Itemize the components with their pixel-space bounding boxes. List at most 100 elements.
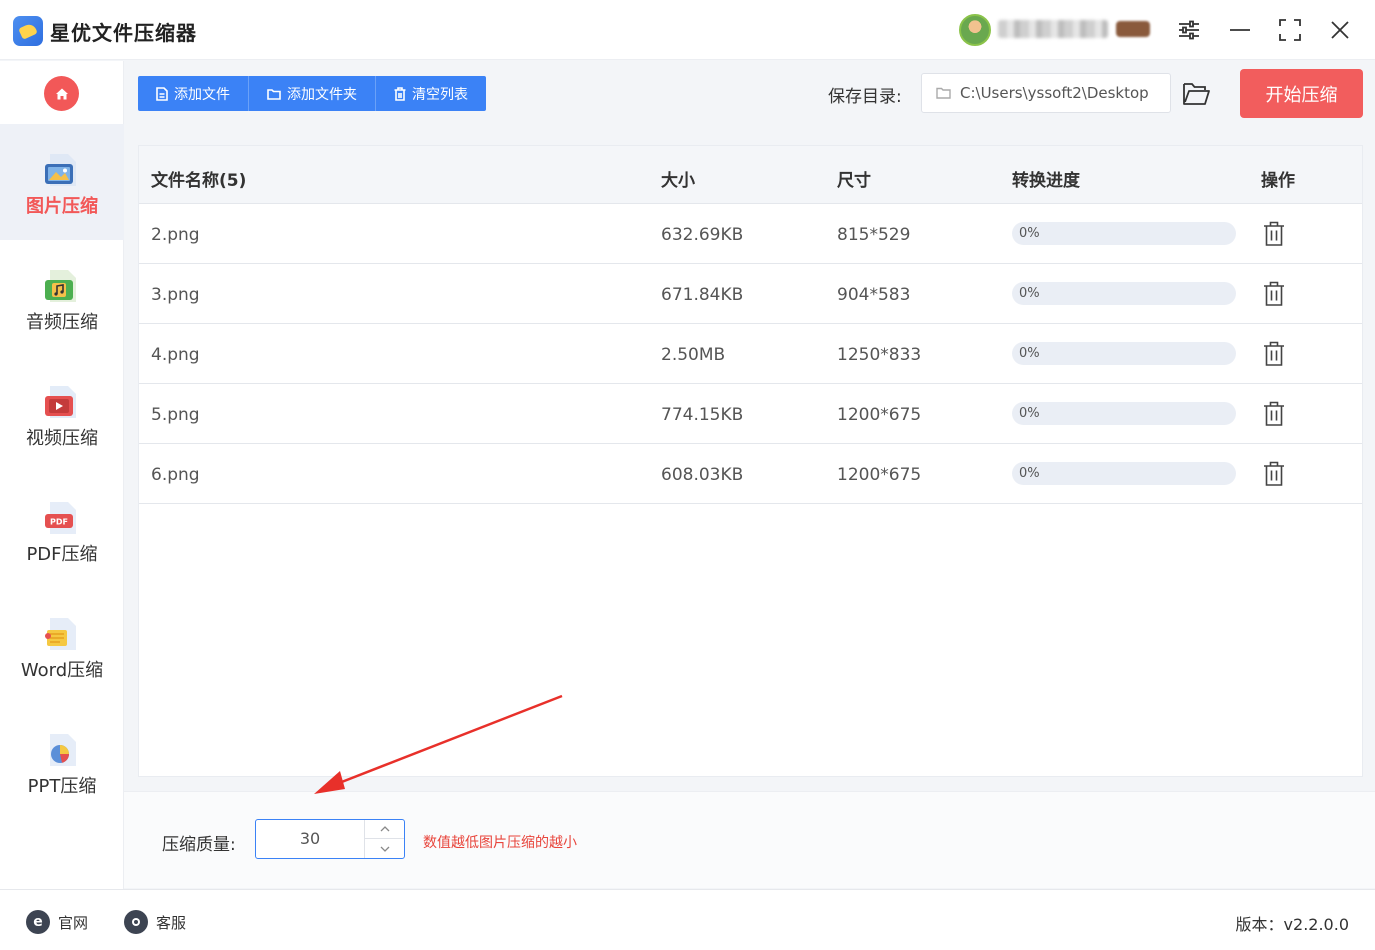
delete-row-button[interactable] <box>1263 281 1285 307</box>
trash-icon <box>1264 461 1284 486</box>
file-name: 3.png <box>151 285 200 305</box>
quality-input[interactable] <box>256 820 364 858</box>
trash-icon <box>1264 221 1284 246</box>
chevron-up-icon <box>380 826 389 832</box>
sidebar-item-label: PDF压缩 <box>26 544 98 565</box>
delete-row-button[interactable] <box>1263 221 1285 247</box>
trash-icon <box>1264 281 1284 306</box>
app-title: 星优文件压缩器 <box>50 21 197 45</box>
sidebar-item-audio-compress[interactable]: 音频压缩 <box>0 240 124 356</box>
add-file-button[interactable]: 添加文件 <box>138 76 249 111</box>
sidebar-item-label: 视频压缩 <box>26 428 98 449</box>
sidebar-item-label: PPT压缩 <box>27 776 97 797</box>
table-header: 文件名称(5) 大小 尺寸 转换进度 操作 <box>139 146 1362 204</box>
sidebar-item-ppt-compress[interactable]: PPT压缩 <box>0 704 124 820</box>
sidebar: 图片压缩 音频压缩 视频压缩 PDF PDF压缩 Word压缩 PPT压缩 <box>0 61 124 889</box>
start-compress-button[interactable]: 开始压缩 <box>1240 69 1363 118</box>
add-folder-button[interactable]: 添加文件夹 <box>249 76 376 111</box>
trash-icon <box>1264 401 1284 426</box>
header-size: 大小 <box>661 171 695 191</box>
file-size: 774.15KB <box>661 405 744 425</box>
settings-sliders-icon[interactable] <box>1174 15 1204 45</box>
progress-text: 0% <box>1019 466 1040 481</box>
website-link[interactable]: e 官网 <box>26 910 88 934</box>
file-size: 2.50MB <box>661 345 726 365</box>
title-bar: 星优文件压缩器 rcy1111 <box>0 0 1375 60</box>
table-row[interactable]: 3.png 671.84KB 904*583 0% <box>139 264 1362 324</box>
username[interactable]: rcy1111 <box>998 20 1108 38</box>
clear-list-button[interactable]: 清空列表 <box>376 76 486 111</box>
vip-badge <box>1116 21 1150 37</box>
file-toolbar: 添加文件 添加文件夹 清空列表 <box>138 76 486 111</box>
sidebar-item-video-compress[interactable]: 视频压缩 <box>0 356 124 472</box>
progress-text: 0% <box>1019 406 1040 421</box>
delete-row-button[interactable] <box>1263 461 1285 487</box>
progress-bar: 0% <box>1012 222 1236 245</box>
table-row[interactable]: 5.png 774.15KB 1200*675 0% <box>139 384 1362 444</box>
sidebar-item-label: Word压缩 <box>20 660 104 681</box>
file-dimensions: 1250*833 <box>837 345 922 365</box>
header-action: 操作 <box>1261 171 1295 191</box>
save-directory-label: 保存目录: <box>828 87 902 107</box>
maximize-icon[interactable] <box>1275 15 1305 45</box>
trash-icon <box>1264 341 1284 366</box>
file-table: 文件名称(5) 大小 尺寸 转换进度 操作 2.png 632.69KB 815… <box>138 145 1363 777</box>
close-icon[interactable] <box>1325 15 1355 45</box>
table-row[interactable]: 2.png 632.69KB 815*529 0% <box>139 204 1362 264</box>
sidebar-item-label: 音频压缩 <box>26 312 98 333</box>
user-avatar[interactable] <box>959 14 991 46</box>
progress-text: 0% <box>1019 346 1040 361</box>
pdf-icon: PDF <box>45 502 76 534</box>
delete-row-button[interactable] <box>1263 401 1285 427</box>
header-file-name: 文件名称(5) <box>151 171 247 191</box>
website-label: 官网 <box>58 913 89 932</box>
file-dimensions: 1200*675 <box>837 465 922 485</box>
table-row[interactable]: 6.png 608.03KB 1200*675 0% <box>139 444 1362 504</box>
quality-stepper[interactable] <box>255 819 405 859</box>
video-icon <box>45 386 76 418</box>
header-dimensions: 尺寸 <box>837 171 871 191</box>
quality-increment-button[interactable] <box>364 820 404 839</box>
compression-settings: 压缩质量: 数值越低图片压缩的越小 <box>124 791 1375 888</box>
chevron-down-icon <box>380 846 389 852</box>
progress-bar: 0% <box>1012 282 1236 305</box>
file-size: 608.03KB <box>661 465 744 485</box>
image-icon <box>45 154 76 186</box>
file-dimensions: 1200*675 <box>837 405 922 425</box>
file-name: 5.png <box>151 405 200 425</box>
file-name: 2.png <box>151 225 200 245</box>
progress-text: 0% <box>1019 286 1040 301</box>
file-size: 671.84KB <box>661 285 744 305</box>
table-row[interactable]: 4.png 2.50MB 1250*833 0% <box>139 324 1362 384</box>
file-dimensions: 815*529 <box>837 225 911 245</box>
delete-row-button[interactable] <box>1263 341 1285 367</box>
header-progress: 转换进度 <box>1012 171 1080 191</box>
minimize-icon[interactable] <box>1225 15 1255 45</box>
support-link[interactable]: 客服 <box>124 910 186 934</box>
app-logo-icon <box>13 16 43 46</box>
audio-icon <box>45 270 76 302</box>
trash-icon <box>394 86 406 101</box>
svg-text:PDF: PDF <box>50 518 68 527</box>
quality-decrement-button[interactable] <box>364 839 404 858</box>
sidebar-item-label: 图片压缩 <box>26 196 98 217</box>
sidebar-item-pdf-compress[interactable]: PDF PDF压缩 <box>0 472 124 588</box>
progress-text: 0% <box>1019 226 1040 241</box>
folder-icon <box>936 87 951 99</box>
file-name: 4.png <box>151 345 200 365</box>
file-icon <box>156 86 168 101</box>
version-label: 版本：v2.2.0.0 <box>1235 915 1349 934</box>
word-icon <box>45 618 76 650</box>
sidebar-item-word-compress[interactable]: Word压缩 <box>0 588 124 704</box>
clear-list-label: 清空列表 <box>412 86 468 103</box>
quality-label: 压缩质量: <box>162 835 236 855</box>
open-folder-icon[interactable] <box>1181 80 1211 108</box>
home-button[interactable] <box>44 76 79 111</box>
support-label: 客服 <box>156 913 187 932</box>
folder-icon <box>267 88 281 100</box>
save-path-field[interactable]: C:\Users\yssoft2\Desktop <box>921 73 1171 113</box>
sidebar-item-image-compress[interactable]: 图片压缩 <box>0 124 124 240</box>
file-dimensions: 904*583 <box>837 285 911 305</box>
save-path-value: C:\Users\yssoft2\Desktop <box>960 84 1149 102</box>
file-size: 632.69KB <box>661 225 744 245</box>
